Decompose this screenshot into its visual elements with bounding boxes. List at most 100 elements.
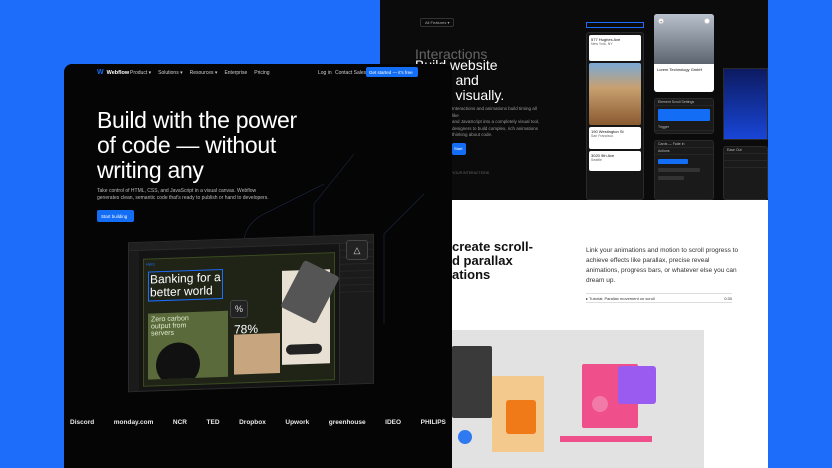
- purple-bag: [618, 366, 656, 404]
- ideo-logo: IDEO: [385, 419, 402, 426]
- dropbox-logo: Dropbox: [239, 419, 266, 426]
- listing-card[interactable]: 190 Westington St San Francisco: [589, 127, 641, 149]
- easing-row[interactable]: [724, 161, 767, 168]
- feature-dropdown-label: All Features: [425, 20, 447, 25]
- blue-room-photo: [723, 68, 768, 140]
- listing-card-sub: New York, NY: [591, 42, 613, 46]
- banking-line: better world: [150, 283, 213, 300]
- back-cta-button[interactable]: Start: [452, 143, 466, 155]
- style-panel: [339, 242, 374, 386]
- percent-symbol-icon: %: [230, 300, 248, 318]
- feature-dropdown[interactable]: All Features ▾: [420, 18, 455, 27]
- scroll-desc-line: achieve effects like parallax, precise r…: [586, 257, 710, 264]
- nav-item-enterprise[interactable]: Enterprise: [224, 70, 247, 76]
- listing-card[interactable]: 577 Hughes Ave New York, NY: [589, 35, 641, 61]
- trigger-row[interactable]: Trigger: [655, 124, 713, 131]
- plus-icon[interactable]: +: [658, 18, 664, 24]
- easing-label: Ease Out: [727, 148, 742, 152]
- panel-header: Element Scroll Settings: [655, 99, 713, 106]
- scroll-headline-line: create scroll-: [452, 239, 533, 254]
- timeline-actions: Actions: [655, 148, 713, 155]
- ted-logo: TED: [206, 419, 220, 426]
- timeline-panel: Cards — Fade in Actions: [654, 140, 714, 200]
- ncr-logo: NCR: [172, 419, 187, 426]
- login-link[interactable]: Log in: [318, 70, 332, 76]
- trigger-preview: [658, 109, 710, 121]
- nav-item-solutions[interactable]: Solutions ▾: [158, 70, 182, 76]
- carbon-text: Zero carbon output from servers: [148, 311, 228, 341]
- carbon-line: servers: [151, 329, 174, 338]
- back-desc-line: Interactions and animations build timing…: [452, 106, 537, 118]
- philips-logo: PHILIPS: [420, 419, 446, 426]
- carbon-card: Zero carbon output from servers: [148, 310, 228, 380]
- greenhouse-logo: greenhouse: [328, 419, 366, 426]
- tutorial-label: ▸ Tutorial: Parallax movement on scroll: [586, 295, 655, 301]
- contact-sales-link[interactable]: Contact Sales: [335, 70, 366, 76]
- product-card-title: Lorem Technology GmbH: [657, 67, 703, 72]
- triangle-icon: △: [346, 240, 368, 260]
- scroll-headline-line: d parallax: [452, 253, 513, 268]
- timeline-actions-label: Actions: [658, 149, 670, 153]
- canvas-breadcrumb: Hero: [146, 261, 155, 267]
- scroll-desc-line: Link your animations and motion to scrol…: [586, 247, 739, 254]
- start-building-button[interactable]: Start building: [97, 210, 134, 222]
- pink-strip: [560, 436, 652, 442]
- front-screenshot: W Webflow Product ▾ Solutions ▾ Resource…: [64, 64, 452, 468]
- brand-name: Webflow: [106, 69, 130, 76]
- nav-item-product[interactable]: Product ▾: [130, 70, 151, 76]
- tutorial-row[interactable]: ▸ Tutorial: Parallax movement on scroll …: [586, 293, 732, 303]
- page-preview: Hero Banking for a better world Zero car…: [143, 252, 340, 387]
- listing-card-sub: Seattle: [591, 158, 602, 162]
- back-desc-line: and JavaScript into a completely visual …: [452, 119, 540, 124]
- pink-circle: [592, 396, 608, 412]
- timeline-header: Cards — Fade in: [655, 141, 713, 148]
- customer-logos: Discord monday.com NCR TED Dropbox Upwor…: [70, 419, 446, 426]
- scroll-desc-line: dream up.: [586, 277, 616, 284]
- heart-icon[interactable]: [704, 18, 710, 24]
- upwork-logo: Upwork: [285, 419, 310, 426]
- scroll-description: Link your animations and motion to scrol…: [586, 246, 756, 286]
- nav-item-resources[interactable]: Resources ▾: [190, 70, 218, 76]
- listing-card-sub: San Francisco: [591, 134, 614, 138]
- easing-row[interactable]: [724, 154, 767, 161]
- back-footnote: YOUR INTERACTIONS: [452, 171, 490, 175]
- easing-panel: Ease Out: [723, 146, 768, 200]
- designer-toolbar: [129, 234, 374, 252]
- easing-row[interactable]: Ease Out: [724, 147, 767, 154]
- barcelona-photo: [589, 63, 641, 125]
- webflow-icon: W: [97, 69, 104, 76]
- blue-badge: [458, 430, 472, 444]
- banking-headline[interactable]: Banking for a better world: [148, 268, 223, 302]
- toggle-pill[interactable]: [286, 343, 322, 355]
- nav-item-pricing[interactable]: Pricing: [254, 70, 269, 76]
- main-nav: Product ▾ Solutions ▾ Resources ▾ Enterp…: [130, 70, 270, 76]
- timeline-bar[interactable]: [658, 168, 700, 172]
- monday-logo: monday.com: [113, 419, 154, 426]
- timeline-bar[interactable]: [658, 159, 688, 164]
- scroll-section: create scroll- d parallax ations Link yo…: [452, 200, 768, 468]
- designer-canvas: Hero Banking for a better world Zero car…: [128, 233, 374, 393]
- dark-ui-panel: [452, 346, 492, 418]
- product-card[interactable]: Lorem Technology GmbH: [654, 14, 714, 92]
- back-description: Interactions and animations build timing…: [452, 106, 542, 139]
- get-started-button[interactable]: Get started — it's free: [366, 67, 418, 77]
- brand-logo[interactable]: W Webflow: [97, 69, 129, 76]
- scroll-headline-line: ations: [452, 267, 491, 282]
- nav-item-label: Solutions: [158, 70, 179, 76]
- person-photo: [234, 332, 280, 375]
- listing-card[interactable]: 3020 9th Ave Seattle: [589, 151, 641, 171]
- trigger-label: Trigger: [658, 125, 669, 129]
- tutorial-label-text: Tutorial: Parallax movement on scroll: [589, 295, 655, 301]
- nav-item-label: Resources: [189, 70, 214, 76]
- discord-logo: Discord: [70, 419, 95, 426]
- scroll-settings-panel: Element Scroll Settings Trigger: [654, 98, 714, 134]
- panel-title: Element Scroll Settings: [658, 100, 695, 104]
- style-row[interactable]: [340, 284, 374, 293]
- orange-chair: [506, 400, 536, 434]
- timeline-bar[interactable]: [658, 176, 684, 180]
- tutorial-time: 0:30: [724, 295, 732, 301]
- card-list-panel: 577 Hughes Ave New York, NY 190 Westingt…: [586, 32, 644, 200]
- nav-item-label: Product: [130, 70, 148, 76]
- left-toolbar: [129, 250, 139, 393]
- back-desc-line: thinking about code.: [452, 132, 493, 137]
